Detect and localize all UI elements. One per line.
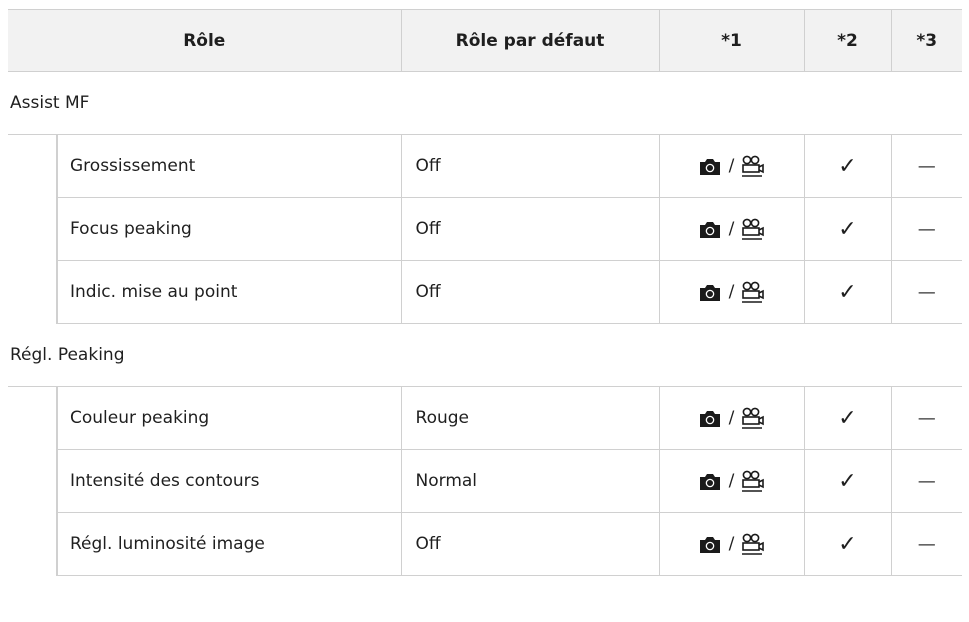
- mode-separator: /: [728, 471, 735, 491]
- default-value: Off: [401, 260, 660, 324]
- table-row: Grossissement Off / ✓ —: [8, 134, 963, 198]
- still-camera-icon: [700, 221, 721, 238]
- dash-cell: —: [891, 134, 963, 198]
- movie-camera-icon: [741, 155, 764, 177]
- movie-camera-icon: [741, 281, 764, 303]
- row-indent: [8, 450, 57, 513]
- mode-cell: /: [659, 449, 805, 513]
- mode-separator: /: [728, 534, 735, 554]
- table-row: Régl. luminosité image Off / ✓ —: [8, 512, 963, 576]
- dash-icon: —: [917, 407, 936, 429]
- dash-cell: —: [891, 512, 963, 576]
- mode-cell: /: [659, 260, 805, 324]
- role-name: Couleur peaking: [55, 386, 402, 450]
- mode-cell: /: [659, 134, 805, 198]
- still-camera-icon: [700, 473, 721, 490]
- movie-camera-icon: [741, 407, 764, 429]
- mode-separator: /: [728, 408, 735, 428]
- movie-camera-icon: [741, 218, 764, 240]
- settings-table: Rôle Rôle par défaut *1 *2 *3 Assist MF G…: [8, 9, 963, 576]
- check-cell: ✓: [804, 197, 892, 261]
- table-row: Intensité des contours Normal / ✓ —: [8, 449, 963, 513]
- check-cell: ✓: [804, 512, 892, 576]
- movie-camera-icon: [741, 470, 764, 492]
- mode-separator: /: [728, 282, 735, 302]
- section-row: Assist MF: [8, 71, 963, 135]
- check-icon: ✓: [838, 153, 857, 179]
- check-cell: ✓: [804, 260, 892, 324]
- row-indent: [8, 387, 57, 450]
- row-indent: [8, 198, 57, 261]
- still-camera-icon: [700, 536, 721, 553]
- default-value: Rouge: [401, 386, 660, 450]
- default-value: Off: [401, 197, 660, 261]
- check-cell: ✓: [804, 386, 892, 450]
- dash-cell: —: [891, 386, 963, 450]
- check-cell: ✓: [804, 449, 892, 513]
- dash-icon: —: [917, 281, 936, 303]
- table-row: Indic. mise au point Off / ✓ —: [8, 260, 963, 324]
- header-col-2: *2: [804, 9, 892, 72]
- role-name: Intensité des contours: [55, 449, 402, 513]
- header-role: Rôle: [8, 9, 402, 72]
- table-row: Focus peaking Off / ✓ —: [8, 197, 963, 261]
- header-col-1: *1: [659, 9, 805, 72]
- still-camera-icon: [700, 410, 721, 427]
- role-name: Focus peaking: [55, 197, 402, 261]
- dash-icon: —: [917, 155, 936, 177]
- check-icon: ✓: [838, 279, 857, 305]
- still-camera-icon: [700, 284, 721, 301]
- check-icon: ✓: [838, 468, 857, 494]
- movie-camera-icon: [741, 533, 764, 555]
- dash-icon: —: [917, 470, 936, 492]
- mode-separator: /: [728, 219, 735, 239]
- mode-cell: /: [659, 512, 805, 576]
- default-value: Off: [401, 134, 660, 198]
- header-col-3: *3: [891, 9, 963, 72]
- mode-cell: /: [659, 197, 805, 261]
- check-icon: ✓: [838, 216, 857, 242]
- still-camera-icon: [700, 158, 721, 175]
- check-icon: ✓: [838, 405, 857, 431]
- table-row: Couleur peaking Rouge / ✓ —: [8, 386, 963, 450]
- mode-separator: /: [728, 156, 735, 176]
- default-value: Off: [401, 512, 660, 576]
- dash-cell: —: [891, 449, 963, 513]
- check-icon: ✓: [838, 531, 857, 557]
- default-value: Normal: [401, 449, 660, 513]
- row-indent: [8, 261, 57, 324]
- header-row: Rôle Rôle par défaut *1 *2 *3: [8, 9, 963, 72]
- dash-cell: —: [891, 197, 963, 261]
- dash-icon: —: [917, 218, 936, 240]
- section-row: Régl. Peaking: [8, 323, 963, 387]
- role-name: Régl. luminosité image: [55, 512, 402, 576]
- section-title: Régl. Peaking: [8, 323, 963, 387]
- dash-cell: —: [891, 260, 963, 324]
- row-indent: [8, 135, 57, 198]
- section-title: Assist MF: [8, 71, 963, 135]
- mode-cell: /: [659, 386, 805, 450]
- dash-icon: —: [917, 533, 936, 555]
- role-name: Grossissement: [55, 134, 402, 198]
- row-indent: [8, 513, 57, 576]
- header-default-role: Rôle par défaut: [401, 9, 660, 72]
- check-cell: ✓: [804, 134, 892, 198]
- role-name: Indic. mise au point: [55, 260, 402, 324]
